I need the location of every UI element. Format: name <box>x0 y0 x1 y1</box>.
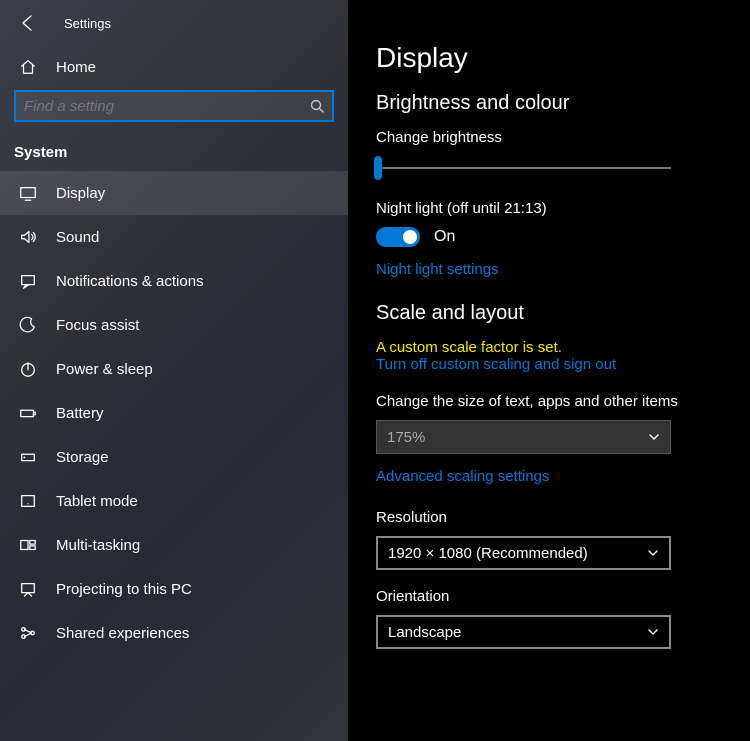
sidebar-item-notifications[interactable]: Notifications & actions <box>0 259 348 303</box>
projecting-icon <box>18 580 38 598</box>
select-value: 1920 × 1080 (Recommended) <box>388 545 588 562</box>
back-icon[interactable] <box>18 14 36 32</box>
night-light-label: Night light (off until 21:13) <box>376 200 724 217</box>
sidebar-item-label: Storage <box>56 449 109 466</box>
shared-icon <box>18 624 38 642</box>
night-light-settings-link[interactable]: Night light settings <box>376 261 724 278</box>
turn-off-scaling-link[interactable]: Turn off custom scaling and sign out <box>376 356 724 373</box>
search-icon <box>310 99 324 113</box>
night-light-toggle[interactable] <box>376 227 420 247</box>
focus-assist-icon <box>18 316 38 334</box>
category-heading: System <box>0 136 348 171</box>
sidebar-item-shared-experiences[interactable]: Shared experiences <box>0 611 348 655</box>
brightness-slider[interactable] <box>376 156 671 180</box>
sidebar-item-label: Notifications & actions <box>56 273 204 290</box>
sidebar: Settings Home System Display Sound Notif… <box>0 0 348 741</box>
sidebar-item-display[interactable]: Display <box>0 171 348 215</box>
sidebar-item-power-sleep[interactable]: Power & sleep <box>0 347 348 391</box>
sidebar-item-sound[interactable]: Sound <box>0 215 348 259</box>
toggle-state-label: On <box>434 228 455 246</box>
notifications-icon <box>18 272 38 290</box>
main-panel: Display Brightness and colour Change bri… <box>348 0 750 741</box>
section-brightness: Brightness and colour <box>376 92 724 115</box>
sidebar-item-label: Sound <box>56 229 99 246</box>
tablet-icon <box>18 492 38 510</box>
sidebar-item-projecting[interactable]: Projecting to this PC <box>0 567 348 611</box>
display-icon <box>18 184 38 202</box>
sidebar-item-tablet-mode[interactable]: Tablet mode <box>0 479 348 523</box>
sidebar-item-label: Shared experiences <box>56 625 189 642</box>
advanced-scaling-link[interactable]: Advanced scaling settings <box>376 468 724 485</box>
chevron-down-icon <box>648 431 660 443</box>
text-size-label: Change the size of text, apps and other … <box>376 393 724 410</box>
sidebar-item-storage[interactable]: Storage <box>0 435 348 479</box>
sidebar-item-label: Tablet mode <box>56 493 138 510</box>
multitasking-icon <box>18 536 38 554</box>
resolution-select[interactable]: 1920 × 1080 (Recommended) <box>376 536 671 570</box>
search-input[interactable] <box>14 90 334 122</box>
sidebar-item-battery[interactable]: Battery <box>0 391 348 435</box>
home-icon <box>18 58 38 76</box>
sidebar-home[interactable]: Home <box>0 40 348 90</box>
sidebar-item-label: Battery <box>56 405 104 422</box>
section-scale: Scale and layout <box>376 302 724 325</box>
orientation-label: Orientation <box>376 588 724 605</box>
sidebar-item-label: Projecting to this PC <box>56 581 192 598</box>
resolution-label: Resolution <box>376 509 724 526</box>
brightness-label: Change brightness <box>376 129 724 146</box>
power-icon <box>18 360 38 378</box>
sidebar-nav: Display Sound Notifications & actions Fo… <box>0 171 348 655</box>
window-title: Settings <box>64 16 111 31</box>
select-value: Landscape <box>388 624 461 641</box>
orientation-select[interactable]: Landscape <box>376 615 671 649</box>
sound-icon <box>18 228 38 246</box>
select-value: 175% <box>387 429 425 446</box>
toggle-knob <box>403 230 417 244</box>
sidebar-item-label: Focus assist <box>56 317 139 334</box>
slider-thumb[interactable] <box>374 156 382 180</box>
custom-scale-warning: A custom scale factor is set. <box>376 339 724 356</box>
battery-icon <box>18 404 38 422</box>
chevron-down-icon <box>647 547 659 559</box>
sidebar-item-label: Power & sleep <box>56 361 153 378</box>
sidebar-item-focus-assist[interactable]: Focus assist <box>0 303 348 347</box>
home-label: Home <box>56 59 96 76</box>
sidebar-item-label: Multi-tasking <box>56 537 140 554</box>
slider-track <box>376 167 671 169</box>
sidebar-item-multitasking[interactable]: Multi-tasking <box>0 523 348 567</box>
page-title: Display <box>376 42 724 74</box>
text-size-select[interactable]: 175% <box>376 420 671 454</box>
sidebar-item-label: Display <box>56 185 105 202</box>
storage-icon <box>18 448 38 466</box>
chevron-down-icon <box>647 626 659 638</box>
